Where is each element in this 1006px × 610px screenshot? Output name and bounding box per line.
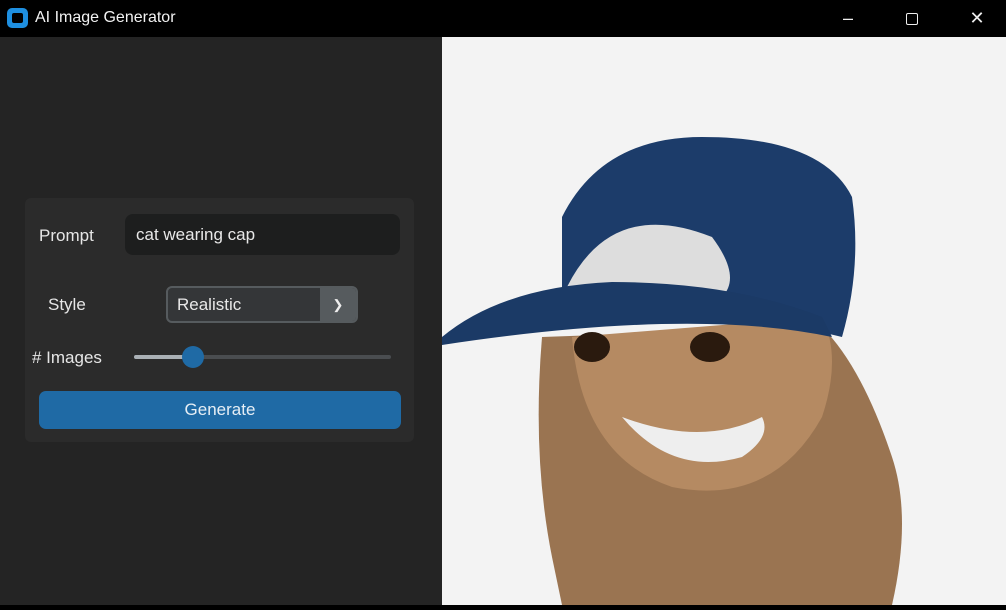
generated-image <box>442 37 1006 605</box>
style-dropdown[interactable]: Realistic ❯ <box>166 286 358 323</box>
images-slider[interactable] <box>134 346 391 368</box>
close-button[interactable]: ✕ <box>957 4 997 32</box>
window-title: AI Image Generator <box>35 9 176 26</box>
maximize-icon <box>906 13 918 26</box>
title-bar: AI Image Generator – ✕ <box>0 0 1006 37</box>
style-label: Style <box>48 295 86 314</box>
cat-image <box>442 137 902 605</box>
prompt-label: Prompt <box>39 226 94 245</box>
slider-handle[interactable] <box>182 346 205 368</box>
chevron-down-icon[interactable]: ❯ <box>320 288 356 321</box>
generate-button[interactable]: Generate <box>39 391 401 429</box>
maximize-button[interactable] <box>892 4 932 32</box>
prompt-input[interactable]: cat wearing cap <box>125 214 400 255</box>
app-icon <box>7 8 28 28</box>
minimize-button[interactable]: – <box>828 4 868 32</box>
style-value: Realistic <box>177 295 242 314</box>
images-label: # Images <box>32 348 102 367</box>
